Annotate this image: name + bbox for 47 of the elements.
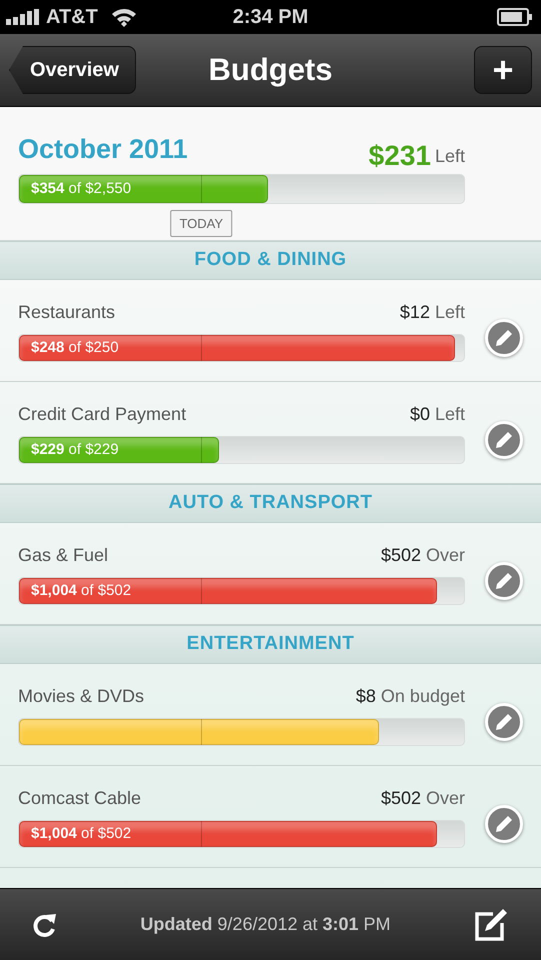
remaining-amount: $231 bbox=[368, 142, 431, 170]
category-status: Left bbox=[434, 403, 465, 426]
edit-button[interactable] bbox=[485, 804, 523, 842]
category-status: On budget bbox=[380, 685, 465, 708]
category-name: Credit Card Payment bbox=[18, 403, 186, 426]
category-name: Restaurants bbox=[18, 301, 116, 324]
add-button[interactable]: + bbox=[474, 46, 532, 94]
today-marker: TODAY bbox=[170, 210, 232, 237]
edit-button[interactable] bbox=[485, 562, 523, 600]
category-status: Over bbox=[426, 787, 465, 810]
battery-icon bbox=[497, 8, 533, 26]
remaining-label: Left bbox=[434, 144, 465, 168]
pencil-icon bbox=[495, 430, 513, 448]
edit-button[interactable] bbox=[485, 702, 523, 740]
pencil-icon bbox=[495, 814, 513, 832]
section-header: FOOD & DINING bbox=[194, 248, 347, 272]
carrier-name: AT&T bbox=[46, 5, 98, 30]
signal-icon bbox=[6, 9, 40, 25]
budget-amount: $1,004 of $502 bbox=[31, 582, 132, 600]
month-title: October 2011 bbox=[18, 133, 188, 166]
category-name: Comcast Cable bbox=[18, 787, 142, 810]
category-status: Left bbox=[434, 301, 465, 324]
screen-title: Budgets bbox=[208, 52, 332, 87]
category-status: Over bbox=[426, 544, 465, 567]
compose-icon[interactable] bbox=[472, 908, 509, 942]
clock-time: 2:34 PM bbox=[232, 6, 308, 28]
budget-amount: $229 of $229 bbox=[31, 441, 119, 459]
category-amount: $12 bbox=[400, 301, 430, 324]
category-amount: $8 bbox=[356, 685, 376, 708]
edit-button[interactable] bbox=[485, 318, 523, 356]
category-name: Movies & DVDs bbox=[18, 685, 144, 708]
category-amount: $502 bbox=[380, 544, 421, 567]
section-header: AUTO & TRANSPORT bbox=[168, 491, 372, 516]
back-button[interactable]: Overview bbox=[9, 46, 136, 94]
category-amount: $502 bbox=[380, 787, 421, 810]
category-amount: $0 bbox=[410, 403, 430, 426]
pencil-icon bbox=[495, 712, 513, 730]
last-updated: Updated 9/26/2012 at 3:01 PM bbox=[140, 913, 391, 936]
pencil-icon bbox=[495, 328, 513, 346]
budget-amount: $354 of $2,550 bbox=[31, 180, 132, 198]
budget-amount: $1,004 of $502 bbox=[31, 825, 132, 843]
edit-button[interactable] bbox=[485, 420, 523, 458]
wifi-icon bbox=[110, 7, 138, 27]
budget-amount: $248 of $250 bbox=[31, 339, 119, 357]
pencil-icon bbox=[495, 572, 513, 590]
section-header: ENTERTAINMENT bbox=[186, 632, 354, 656]
category-name: Gas & Fuel bbox=[18, 544, 108, 567]
